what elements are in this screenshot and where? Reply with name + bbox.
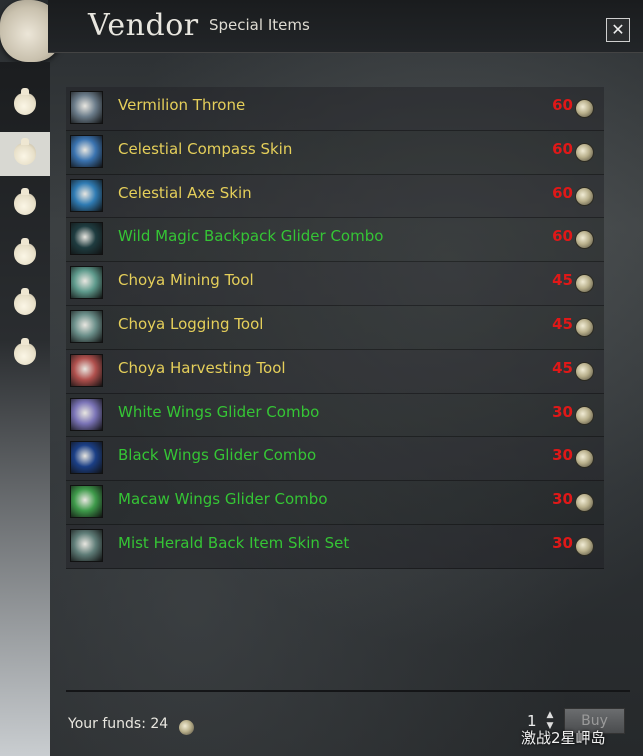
window-title: Vendor <box>88 8 199 43</box>
item-price: 60 <box>552 183 573 202</box>
vendor-item-row[interactable]: Vermilion Throne 60 <box>66 87 604 131</box>
currency-icon <box>575 186 594 206</box>
vendor-item-row[interactable]: Choya Logging Tool 45 <box>66 305 604 350</box>
item-name: Wild Magic Backpack Glider Combo <box>118 227 384 246</box>
vendor-tab-1[interactable] <box>0 82 50 126</box>
item-icon <box>70 397 103 431</box>
item-name: Mist Herald Back Item Skin Set <box>118 533 350 552</box>
item-name: Choya Harvesting Tool <box>118 358 286 377</box>
item-icon <box>70 528 103 562</box>
currency-icon <box>575 449 594 469</box>
vendor-window: Vendor Special Items ✕ Vermilion Throne 6… <box>0 0 643 756</box>
currency-icon <box>575 405 594 425</box>
bag-icon <box>14 238 36 265</box>
vendor-tab-sidebar <box>0 62 50 756</box>
window-subtitle: Special Items <box>209 16 310 34</box>
currency-icon <box>575 230 594 250</box>
item-name: Macaw Wings Glider Combo <box>118 490 328 509</box>
vendor-tab-3[interactable] <box>0 182 50 226</box>
vendor-item-row[interactable]: Mist Herald Back Item Skin Set 30 <box>66 524 604 569</box>
item-icon <box>70 441 103 475</box>
item-name: Choya Logging Tool <box>118 314 264 333</box>
item-icon <box>70 178 103 212</box>
item-name: Vermilion Throne <box>118 96 246 114</box>
vendor-item-row[interactable]: Celestial Axe Skin 60 <box>66 174 604 219</box>
item-name: Celestial Compass Skin <box>118 139 293 158</box>
vendor-item-row[interactable]: White Wings Glider Combo 30 <box>66 393 604 438</box>
vendor-item-row[interactable]: Macaw Wings Glider Combo 30 <box>66 481 604 525</box>
bag-icon <box>14 338 36 365</box>
item-price: 45 <box>552 358 573 377</box>
currency-icon <box>575 493 594 513</box>
currency-icon <box>575 274 594 294</box>
currency-icon <box>575 142 594 162</box>
item-icon <box>70 485 103 519</box>
close-button[interactable]: ✕ <box>606 18 630 42</box>
vendor-tab-2[interactable] <box>0 132 50 176</box>
item-price: 45 <box>552 271 573 290</box>
item-icon <box>70 222 103 256</box>
item-price: 30 <box>552 533 573 552</box>
item-icon <box>70 134 103 168</box>
item-price: 30 <box>552 402 573 421</box>
item-name: Choya Mining Tool <box>118 271 254 290</box>
item-price: 45 <box>552 314 573 333</box>
item-price: 30 <box>552 446 573 465</box>
currency-icon <box>575 361 594 381</box>
item-icon <box>70 266 103 300</box>
item-name: Celestial Axe Skin <box>118 183 252 202</box>
vendor-item-row[interactable]: Celestial Compass Skin 60 <box>66 130 604 175</box>
item-name: Black Wings Glider Combo <box>118 446 317 465</box>
bag-icon <box>14 288 36 315</box>
vendor-item-row[interactable]: Wild Magic Backpack Glider Combo 60 <box>66 218 604 263</box>
vendor-item-list: Vermilion Throne 60 Celestial Compass Skin… <box>66 87 604 569</box>
item-price: 60 <box>552 139 573 158</box>
currency-icon <box>575 536 594 556</box>
vendor-item-row[interactable]: Black Wings Glider Combo 30 <box>66 437 604 482</box>
divider <box>66 690 630 692</box>
bag-icon <box>14 138 36 165</box>
item-icon <box>70 309 103 343</box>
bag-icon <box>14 88 36 115</box>
item-icon <box>70 353 103 387</box>
bag-icon <box>14 188 36 215</box>
vendor-tab-5[interactable] <box>0 282 50 326</box>
funds-label: Your funds: 24 <box>68 716 169 732</box>
vendor-tab-6[interactable] <box>0 332 50 376</box>
currency-icon <box>575 317 594 337</box>
currency-icon <box>575 99 594 118</box>
vendor-item-row[interactable]: Choya Mining Tool 45 <box>66 262 604 306</box>
vendor-tab-4[interactable] <box>0 232 50 276</box>
item-price: 60 <box>552 96 573 114</box>
item-price: 60 <box>552 227 573 246</box>
item-icon <box>70 91 103 124</box>
watermark: 激战2星岬岛 <box>521 729 606 747</box>
item-price: 30 <box>552 490 573 509</box>
item-name: White Wings Glider Combo <box>118 402 320 421</box>
currency-icon <box>179 720 194 735</box>
vendor-item-row[interactable]: Choya Harvesting Tool 45 <box>66 349 604 394</box>
